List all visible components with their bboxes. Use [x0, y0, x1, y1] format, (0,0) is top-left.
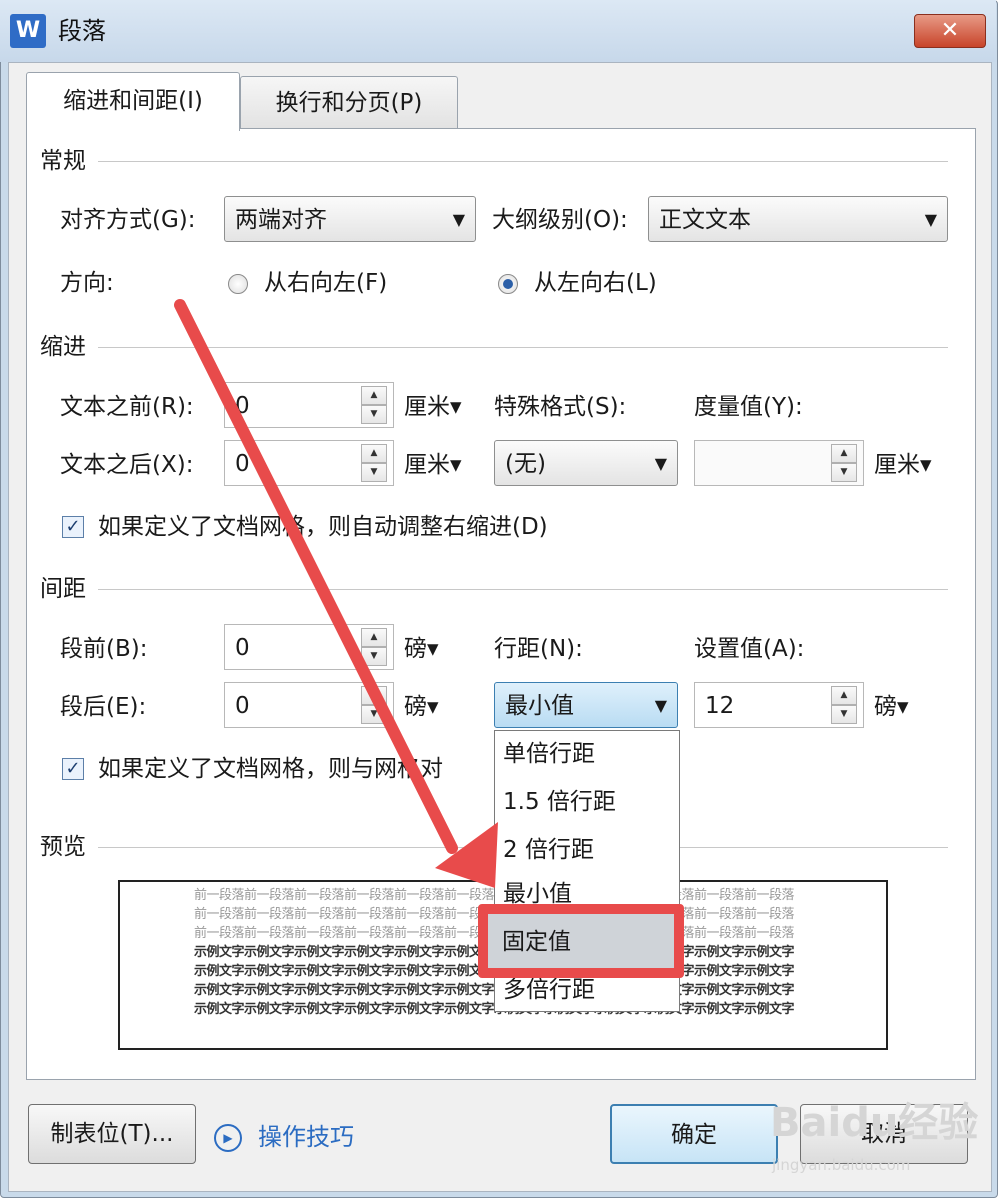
annotation-arrow [174, 299, 498, 888]
arrow-shaft [174, 299, 458, 854]
baidu-watermark: Baidu经验 [770, 1100, 979, 1146]
annotation-red-box [478, 904, 684, 978]
watermark-url: jingyan.baidu.com [772, 1156, 911, 1174]
